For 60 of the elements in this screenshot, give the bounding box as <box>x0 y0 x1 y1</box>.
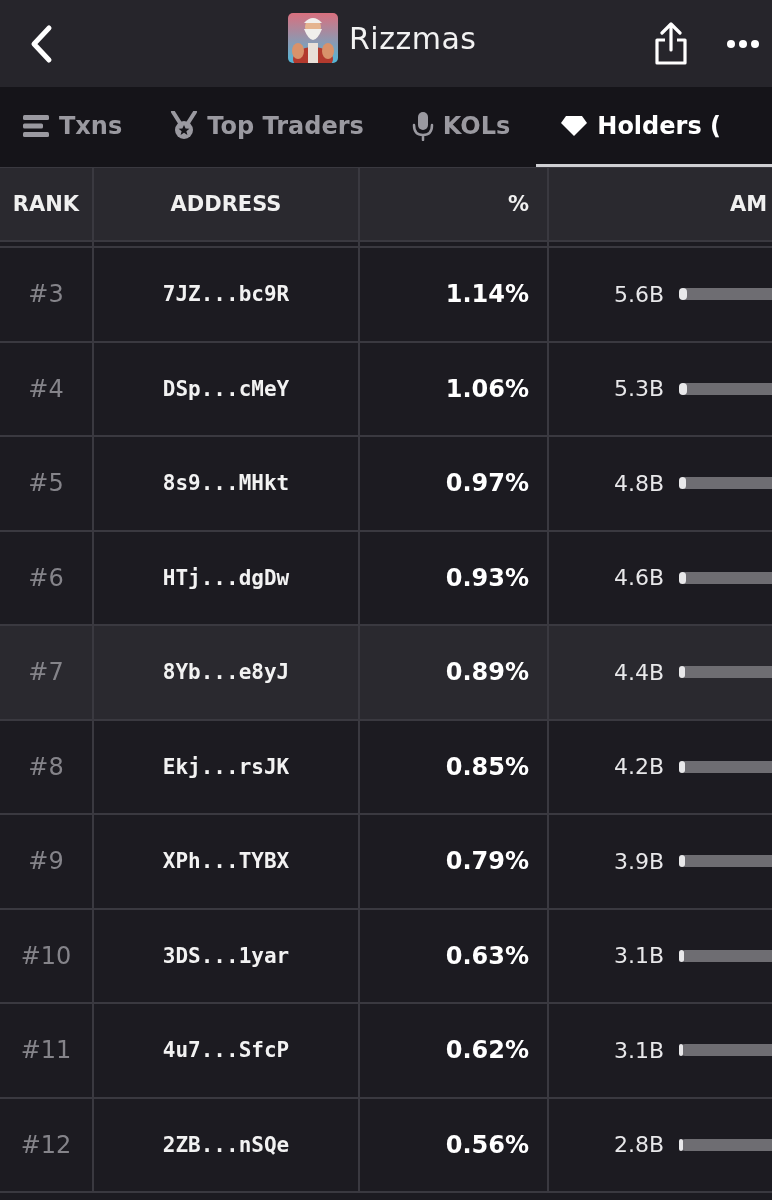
medal-icon <box>170 110 199 141</box>
holding-percent: 0.85% <box>445 752 529 781</box>
wallet-address: XPh...TYBX <box>162 849 290 874</box>
holding-percent: 0.97% <box>445 469 529 498</box>
tab[interactable]: Txns <box>0 87 149 167</box>
holding-percent: 0.89% <box>445 658 529 687</box>
microphone-icon <box>411 110 434 141</box>
rank-text: #8 <box>28 752 64 781</box>
holding-amount: 3.1B <box>614 1037 665 1063</box>
holding-amount: 5.6B <box>614 281 665 307</box>
holder-row[interactable]: #10 3DS...1yar 0.63% 3.1B <box>0 909 772 1004</box>
holder-row[interactable]: #12 2ZB...nSQe 0.56% 2.8B <box>0 1098 772 1193</box>
wallet-address: 7JZ...bc9R <box>162 282 290 307</box>
wallet-address: 3DS...1yar <box>162 943 290 968</box>
holder-row[interactable]: #3 7JZ...bc9R 1.14% 5.6B <box>0 248 772 343</box>
wallet-address: 8s9...MHkt <box>162 471 290 496</box>
list-icon <box>22 113 50 138</box>
rank-text: #7 <box>28 658 64 687</box>
more-icon[interactable] <box>726 38 760 49</box>
wallet-address: DSp...cMeY <box>162 376 290 401</box>
holding-amount: 3.1B <box>614 943 665 969</box>
rank-text: #9 <box>28 847 64 876</box>
holding-percent: 0.62% <box>445 1036 529 1065</box>
holder-row[interactable]: #8 Ekj...rsJK 0.85% 4.2B <box>0 720 772 815</box>
holding-percent: 0.63% <box>445 941 529 970</box>
rank-text: #5 <box>28 469 64 498</box>
holder-row[interactable]: #11 4u7...SfcP 0.62% 3.1B <box>0 1004 772 1099</box>
tab[interactable]: KOLs <box>389 87 537 167</box>
diamond-icon <box>560 114 589 137</box>
wallet-address: 2ZB...nSQe <box>162 1132 290 1157</box>
rank-text: #6 <box>28 563 64 592</box>
wallet-address: 8Yb...e8yJ <box>162 660 290 685</box>
wallet-address: Ekj...rsJK <box>162 754 290 779</box>
holder-row[interactable]: #6 HTj...dgDw 0.93% 4.6B <box>0 531 772 626</box>
holding-amount: 5.3B <box>614 376 665 402</box>
holding-percent: 0.79% <box>445 847 529 876</box>
holding-amount: 4.8B <box>614 470 665 496</box>
token-title: Rizzmas <box>349 20 477 56</box>
holder-row[interactable]: #4 DSp...cMeY 1.06% 5.3B <box>0 342 772 437</box>
rank-text: #4 <box>28 374 64 403</box>
holding-amount: 4.2B <box>614 754 665 780</box>
holding-percent: 0.56% <box>445 1130 529 1159</box>
holding-amount: 4.4B <box>614 659 665 685</box>
holder-row[interactable]: #9 XPh...TYBX 0.79% 3.9B <box>0 815 772 910</box>
rank-text: #3 <box>28 280 64 309</box>
rank-text: #10 <box>20 941 72 970</box>
rank-text: #12 <box>20 1130 72 1159</box>
wallet-address: HTj...dgDw <box>162 565 290 590</box>
holding-percent: 0.93% <box>445 563 529 592</box>
rank-text: #11 <box>20 1036 72 1065</box>
holding-amount: 3.9B <box>614 848 665 874</box>
share-icon[interactable] <box>654 21 688 66</box>
holding-percent: 1.14% <box>445 280 529 309</box>
tab[interactable]: Top Traders <box>148 87 390 167</box>
holder-row[interactable]: #5 8s9...MHkt 0.97% 4.8B <box>0 437 772 532</box>
holding-amount: 4.6B <box>614 565 665 591</box>
holding-amount: 2.8B <box>614 1132 665 1158</box>
wallet-address: 4u7...SfcP <box>162 1038 290 1063</box>
holder-row[interactable]: #7 8Yb...e8yJ 0.89% 4.4B <box>0 626 772 721</box>
holding-percent: 1.06% <box>445 374 529 403</box>
